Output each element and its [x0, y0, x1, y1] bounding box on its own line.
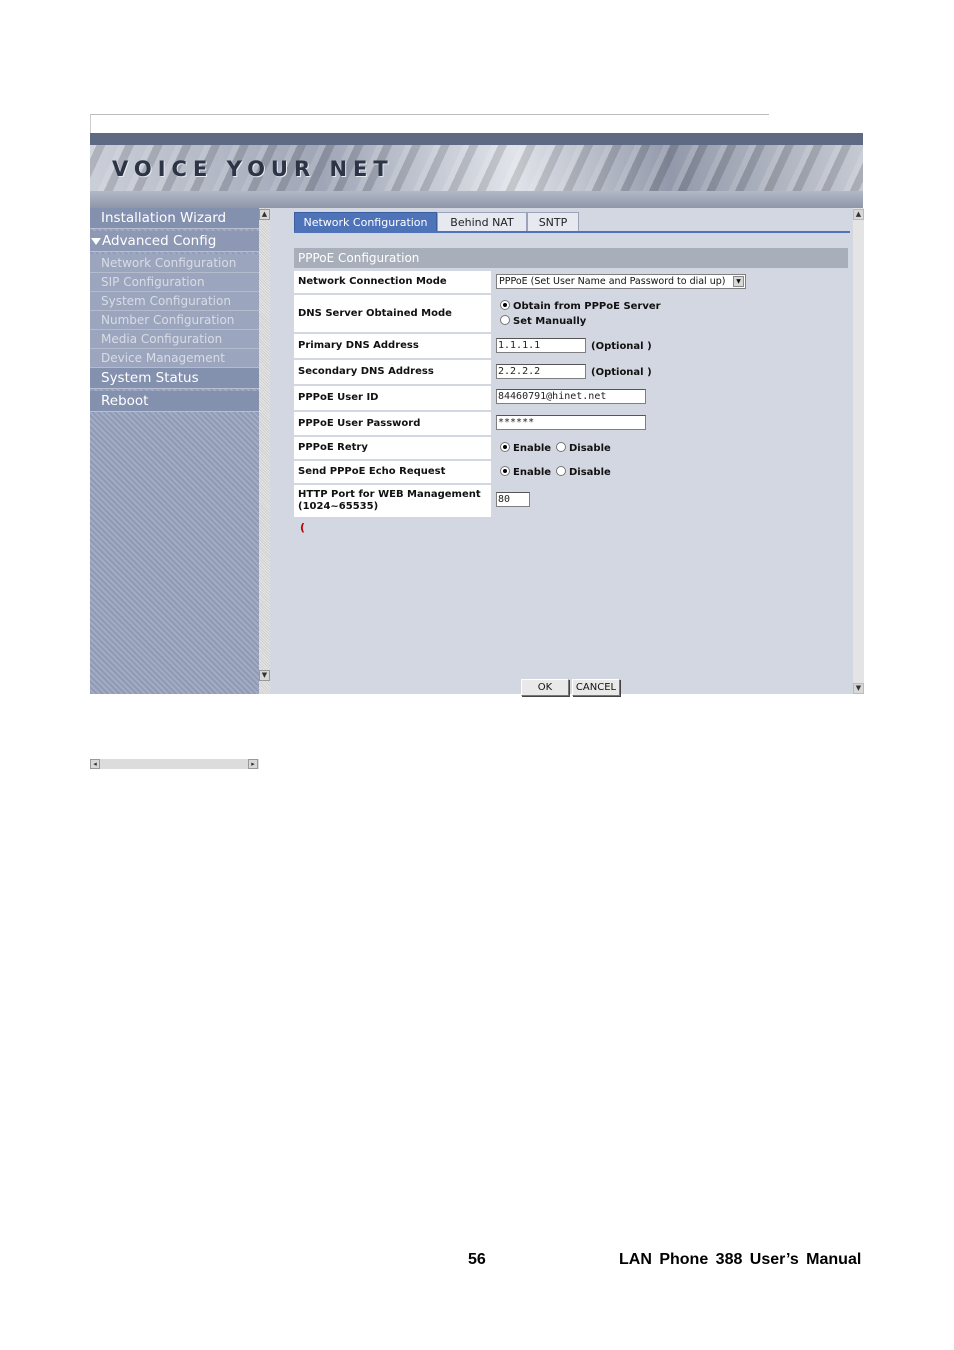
- radio-label: Obtain from PPPoE Server: [513, 301, 661, 312]
- radio-obtain-from-pppoe[interactable]: Obtain from PPPoE Server: [500, 300, 661, 313]
- scroll-down-icon[interactable]: ▼: [259, 670, 270, 681]
- label-http-port: HTTP Port for WEB Management (1024~65535…: [294, 485, 491, 517]
- label-primary-dns: Primary DNS Address: [294, 334, 491, 358]
- label-line: (1024~65535): [298, 501, 379, 512]
- scroll-down-icon[interactable]: ▼: [853, 683, 864, 694]
- radio-label: Disable: [569, 443, 611, 454]
- label-pppoe-retry: PPPoE Retry: [294, 437, 491, 459]
- radio-set-manually[interactable]: Set Manually: [500, 315, 586, 328]
- sidebar-item-device-management[interactable]: Device Management: [90, 349, 259, 368]
- primary-dns-input[interactable]: [496, 338, 586, 353]
- radio-echo-enable[interactable]: Enable: [500, 466, 551, 479]
- radio-selected-icon[interactable]: [500, 300, 510, 310]
- expand-triangle-icon: [91, 238, 101, 245]
- chevron-down-icon[interactable]: ▼: [733, 276, 744, 287]
- sidebar-vertical-scrollbar[interactable]: ▲ ▼: [259, 208, 270, 694]
- label-send-pppoe-echo: Send PPPoE Echo Request: [294, 461, 491, 483]
- sidebar-item-installation-wizard[interactable]: Installation Wizard: [90, 208, 259, 229]
- label-line: HTTP Port for WEB Management: [298, 489, 481, 500]
- scroll-right-icon[interactable]: ▸: [248, 759, 258, 769]
- scroll-up-icon[interactable]: ▲: [259, 209, 270, 220]
- label-pppoe-user-password: PPPoE User Password: [294, 412, 491, 435]
- page-number: 56: [468, 1251, 486, 1268]
- label-pppoe-user-id: PPPoE User ID: [294, 386, 491, 410]
- pppoe-user-id-input[interactable]: [496, 389, 646, 404]
- radio-label: Enable: [513, 467, 552, 478]
- http-port-input[interactable]: [496, 492, 530, 507]
- radio-unselected-icon[interactable]: [556, 466, 566, 476]
- radio-retry-enable[interactable]: Enable: [500, 442, 551, 455]
- secondary-dns-input[interactable]: [496, 364, 586, 379]
- label-dns-server-obtained-mode: DNS Server Obtained Mode: [294, 295, 491, 332]
- main-content: Network Configuration Behind NAT SNTP PP…: [271, 208, 853, 696]
- cancel-button[interactable]: CANCEL: [572, 679, 620, 696]
- sidebar-item-system-configuration[interactable]: System Configuration: [90, 292, 259, 311]
- ok-button[interactable]: OK: [521, 679, 569, 696]
- sidebar-item-network-configuration[interactable]: Network Configuration: [90, 254, 259, 273]
- pppoe-password-input[interactable]: [496, 415, 646, 430]
- sidebar-item-reboot[interactable]: Reboot: [90, 391, 259, 412]
- label-secondary-dns: Secondary DNS Address: [294, 360, 491, 384]
- sidebar-item-sip-configuration[interactable]: SIP Configuration: [90, 273, 259, 292]
- radio-echo-disable[interactable]: Disable: [556, 466, 611, 479]
- radio-unselected-icon[interactable]: [500, 315, 510, 325]
- tab-bar: Network Configuration Behind NAT SNTP: [294, 212, 850, 233]
- manual-title: LAN Phone 388 User’s Manual: [619, 1251, 862, 1268]
- select-value: PPPoE (Set User Name and Password to dia…: [499, 276, 726, 287]
- app-window: VOICE YOUR NET Installation Wizard Advan…: [90, 133, 864, 769]
- sidebar-item-label: Advanced Config: [102, 233, 217, 249]
- radio-label: Enable: [513, 443, 552, 454]
- banner: VOICE YOUR NET: [90, 133, 863, 208]
- sidebar: Installation Wizard Advanced Config Netw…: [90, 208, 259, 769]
- banner-logo-text: VOICE YOUR NET: [112, 157, 394, 181]
- main-vertical-scrollbar[interactable]: ▲ ▼: [853, 208, 864, 694]
- radio-label: Set Manually: [513, 316, 587, 327]
- sidebar-item-media-configuration[interactable]: Media Configuration: [90, 330, 259, 349]
- radio-selected-icon[interactable]: [500, 442, 510, 452]
- radio-label: Disable: [569, 467, 611, 478]
- radio-unselected-icon[interactable]: [556, 442, 566, 452]
- tab-network-configuration[interactable]: Network Configuration: [294, 212, 437, 231]
- radio-retry-disable[interactable]: Disable: [556, 442, 611, 455]
- tab-sntp[interactable]: SNTP: [527, 212, 579, 231]
- radio-selected-icon[interactable]: [500, 466, 510, 476]
- primary-dns-optional-note: (Optional ): [591, 341, 652, 352]
- sidebar-horizontal-scrollbar[interactable]: ◂ ▸: [90, 759, 259, 769]
- screenshot-border: [90, 114, 769, 135]
- tab-behind-nat[interactable]: Behind NAT: [437, 212, 527, 231]
- secondary-dns-optional-note: (Optional ): [591, 367, 652, 378]
- section-title: PPPoE Configuration: [294, 248, 848, 268]
- label-network-connection-mode: Network Connection Mode: [294, 271, 491, 293]
- red-mark: (: [300, 521, 306, 534]
- scroll-up-icon[interactable]: ▲: [853, 209, 864, 220]
- sidebar-item-number-configuration[interactable]: Number Configuration: [90, 311, 259, 330]
- network-connection-mode-select[interactable]: PPPoE (Set User Name and Password to dia…: [496, 274, 746, 289]
- sidebar-item-advanced-config[interactable]: Advanced Config: [90, 231, 259, 252]
- sidebar-item-system-status[interactable]: System Status: [90, 368, 259, 389]
- scroll-left-icon[interactable]: ◂: [90, 759, 100, 769]
